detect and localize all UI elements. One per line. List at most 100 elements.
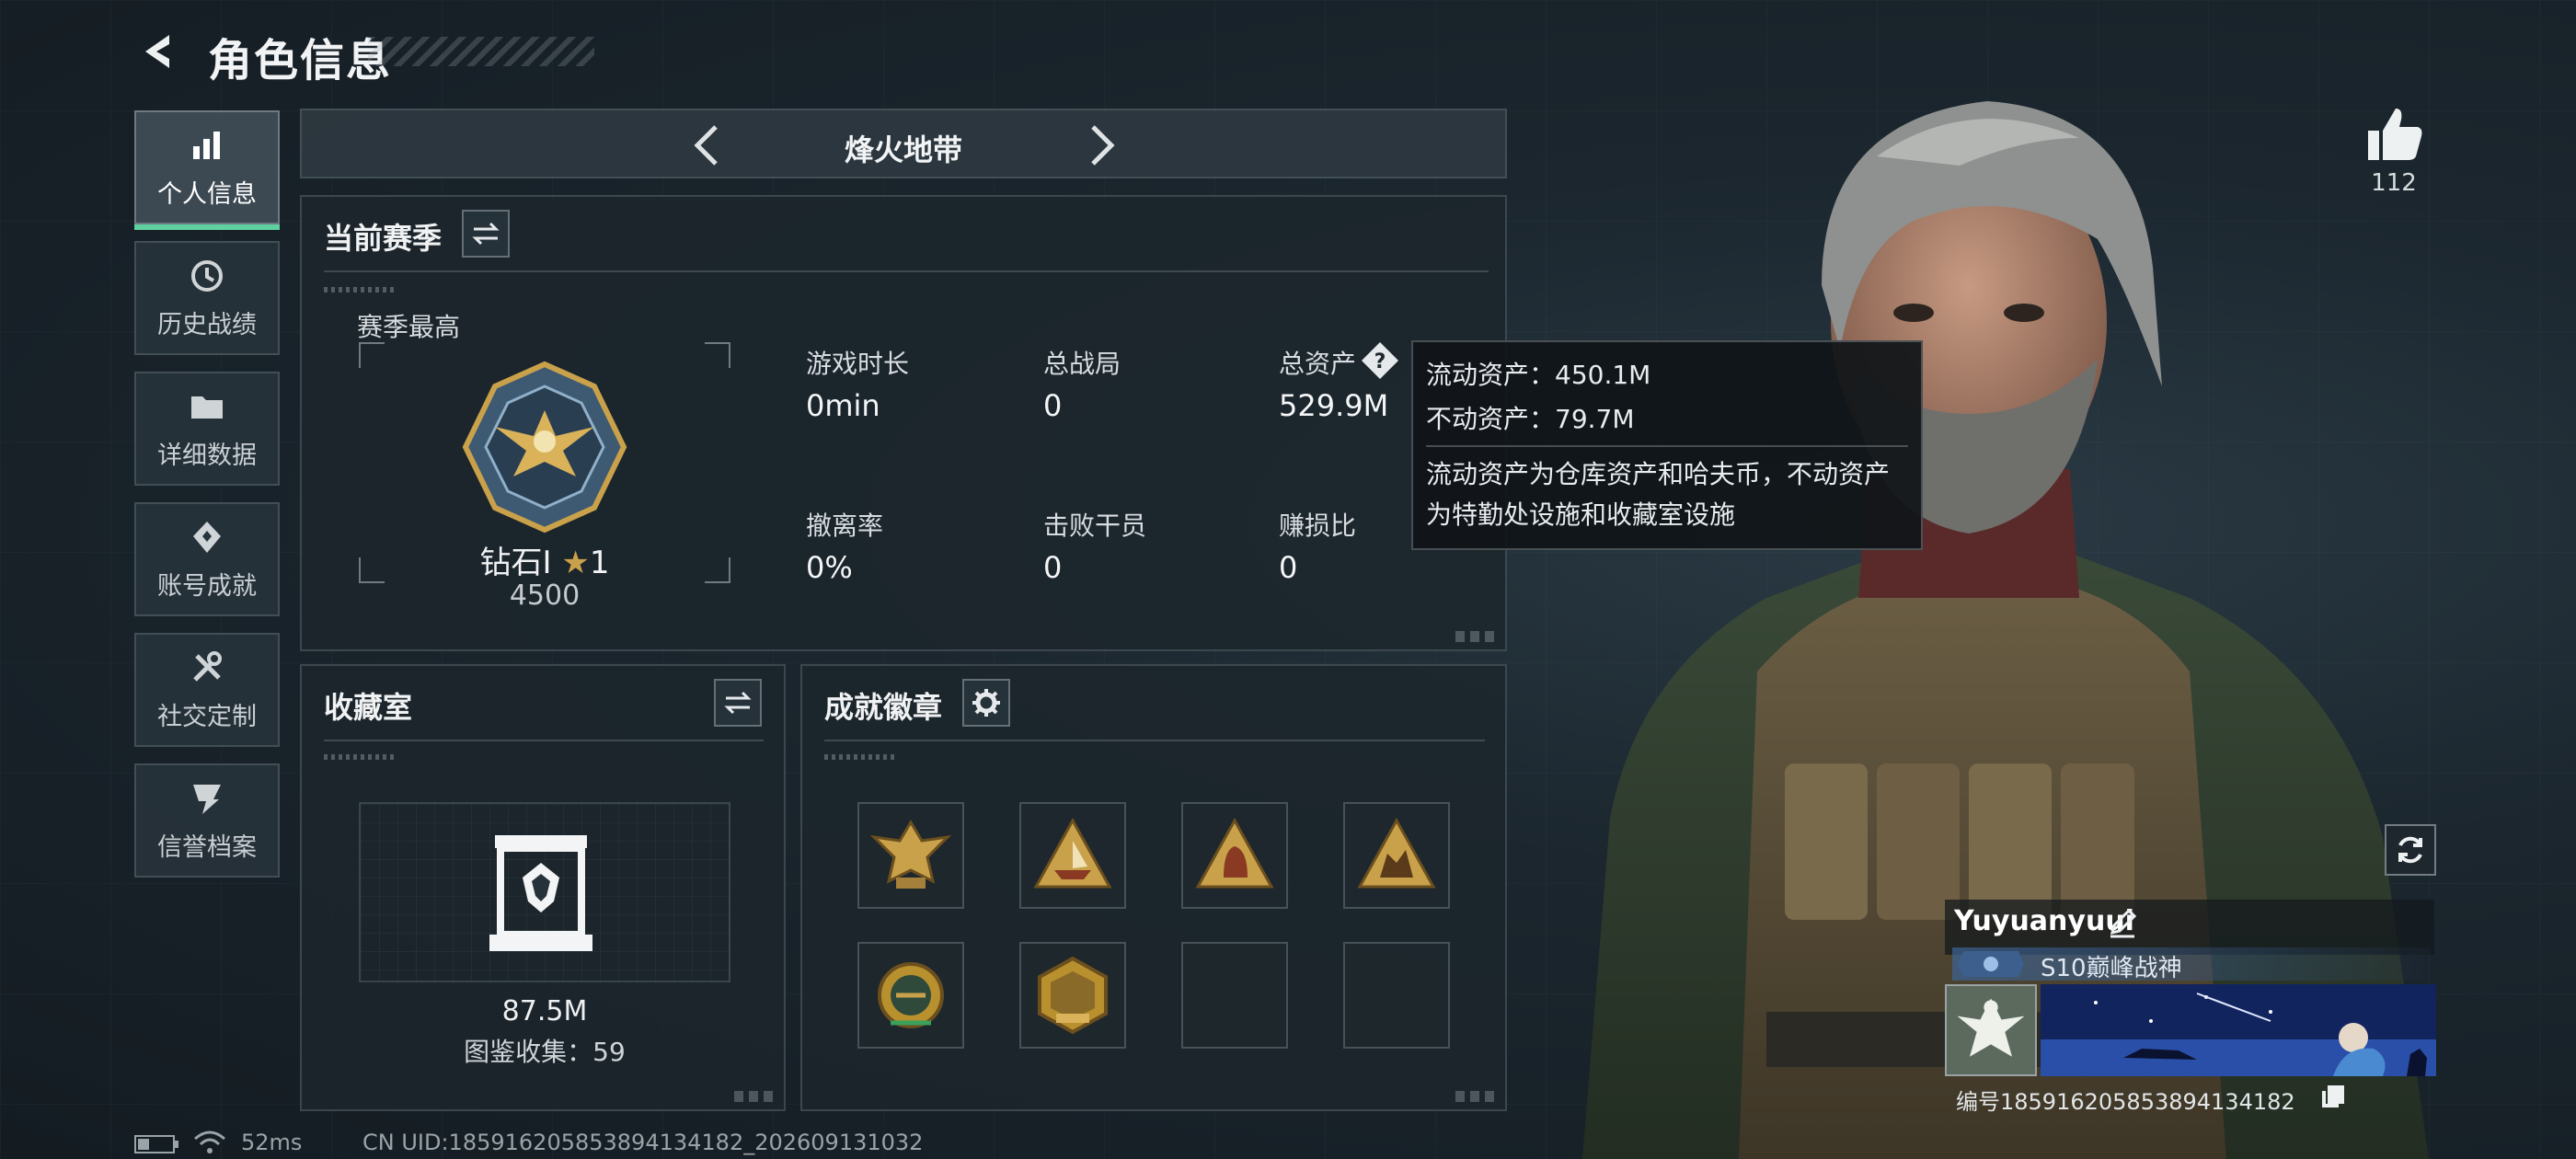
corner-decoration	[734, 1091, 775, 1102]
assets-tooltip: 流动资产：450.1M 不动资产：79.7M 流动资产为仓库资产和哈夫币，不动资…	[1411, 340, 1923, 550]
rank-score: 4500	[509, 580, 581, 612]
rank-stars: 1	[589, 545, 610, 581]
corner-decoration	[1455, 1091, 1496, 1102]
collection-count: 图鉴收集：59	[464, 1037, 626, 1067]
badge-slot[interactable]	[1019, 942, 1126, 1049]
player-banner-image[interactable]	[2041, 984, 2436, 1076]
diamond-rank-medal-icon	[462, 361, 627, 534]
collection-value: 87.5M	[501, 995, 588, 1027]
stat-label: 击败干员	[1043, 511, 1147, 541]
collection-title: 收藏室	[324, 690, 413, 725]
sidebar-item-label: 社交定制	[157, 702, 257, 731]
sidebar-item-label: 详细数据	[157, 441, 257, 470]
sidebar-item-label: 账号成就	[157, 571, 257, 601]
swap-icon	[472, 222, 500, 246]
rank-name-text: 钻石I	[479, 545, 552, 581]
copy-icon[interactable]	[2320, 1084, 2346, 1109]
bar-chart-icon	[193, 131, 220, 159]
back-arrow-icon[interactable]	[136, 29, 180, 74]
swap-icon	[724, 691, 752, 715]
eagle-badge-icon	[869, 820, 952, 889]
sidebar-item-label: 信誉档案	[157, 832, 257, 862]
badge-slot[interactable]	[1343, 802, 1450, 909]
hex-2026-badge-icon	[1038, 956, 1108, 1035]
triangle-beast-badge-icon	[1357, 817, 1436, 889]
stat-label: 总资产	[1279, 349, 1357, 379]
sidebar-item-history[interactable]: 历史战绩	[134, 241, 280, 355]
badge-slot[interactable]	[1019, 802, 1126, 909]
history-icon	[191, 259, 223, 292]
tooltip-liquid-assets: 流动资产：450.1M	[1426, 360, 1651, 390]
season-swap-button[interactable]	[462, 210, 510, 258]
round-emblem-badge-icon	[878, 962, 944, 1028]
tools-icon	[193, 650, 222, 682]
corner-decoration	[1455, 631, 1496, 642]
badge-slot-empty[interactable]	[1181, 942, 1288, 1049]
pencil-icon[interactable]	[2107, 907, 2138, 938]
tooltip-fixed-assets: 不动资产：79.7M	[1426, 404, 1635, 434]
triangle-helmet-badge-icon	[1195, 817, 1274, 889]
title-decoration	[368, 37, 594, 66]
refresh-icon	[2398, 836, 2422, 864]
refresh-button[interactable]	[2385, 824, 2436, 876]
stripe-decoration	[824, 754, 896, 760]
ping-value: 52ms	[241, 1130, 303, 1155]
page-title: 角色信息	[208, 35, 393, 86]
badges-title: 成就徽章	[824, 690, 943, 725]
season-highest-label: 赛季最高	[357, 312, 461, 342]
divider	[824, 740, 1485, 741]
sidebar-item-achievements[interactable]: 账号成就	[134, 502, 280, 616]
stat-label: 总战局	[1043, 349, 1121, 379]
like-count: 112	[2371, 169, 2417, 197]
player-title: S10巅峰战神	[2041, 955, 2182, 982]
sidebar-item-social-custom[interactable]: 社交定制	[134, 633, 280, 747]
badge-slot[interactable]	[1181, 802, 1288, 909]
season-title: 当前赛季	[324, 221, 443, 256]
chevron-right-icon[interactable]	[1075, 120, 1126, 171]
stat-label: 撤离率	[806, 511, 884, 541]
divider	[324, 740, 764, 741]
stripe-decoration	[324, 287, 396, 293]
stat-value: 0min	[806, 388, 880, 423]
wifi-icon	[194, 1130, 225, 1153]
rank-name: 钻石I ★1	[359, 537, 730, 582]
stat-label: 游戏时长	[806, 349, 910, 379]
player-uid: 编号185916205853894134182	[1956, 1089, 2295, 1115]
mode-selector: 烽火地带	[300, 109, 1507, 178]
thumbs-up-icon[interactable]	[2361, 101, 2427, 167]
badge-slot[interactable]	[857, 942, 964, 1049]
battery-icon	[134, 1135, 178, 1153]
mode-title: 烽火地带	[844, 132, 962, 167]
gear-icon	[972, 689, 1000, 717]
badges-settings-button[interactable]	[962, 679, 1010, 727]
stat-value: 0	[1043, 550, 1063, 585]
badge-slot[interactable]	[857, 802, 964, 909]
cn-uid: CN UID:185916205853894134182_20260913103…	[362, 1130, 924, 1155]
svg-text:?: ?	[1374, 350, 1386, 373]
stat-value: 0	[1043, 388, 1063, 423]
tooltip-divider	[1426, 445, 1908, 447]
folder-icon	[191, 396, 223, 419]
triangle-ship-badge-icon	[1033, 817, 1112, 889]
stat-value: 0	[1279, 550, 1298, 585]
sidebar-item-label: 个人信息	[157, 179, 257, 209]
credit-icon	[193, 784, 221, 814]
collection-swap-button[interactable]	[714, 679, 762, 727]
title-badge-icon	[1958, 951, 2024, 977]
achievement-icon	[193, 521, 221, 553]
sidebar-item-detailed-data[interactable]: 详细数据	[134, 372, 280, 486]
display-case-icon	[489, 835, 592, 951]
sidebar-item-personal-info[interactable]: 个人信息	[134, 110, 280, 230]
help-icon[interactable]: ?	[1360, 340, 1400, 381]
stat-value: 529.9M	[1279, 388, 1389, 423]
divider	[324, 270, 1489, 272]
star-icon: ★	[561, 545, 590, 581]
tooltip-description-line: 为特勤处设施和收藏室设施	[1426, 499, 1736, 530]
player-emblem-icon[interactable]	[1945, 984, 2037, 1076]
stat-label: 赚损比	[1279, 511, 1357, 541]
sidebar-item-label: 历史战绩	[157, 310, 257, 339]
sidebar-item-credit-file[interactable]: 信誉档案	[134, 763, 280, 878]
stat-value: 0%	[806, 550, 853, 585]
stripe-decoration	[324, 754, 396, 760]
badge-slot-empty[interactable]	[1343, 942, 1450, 1049]
